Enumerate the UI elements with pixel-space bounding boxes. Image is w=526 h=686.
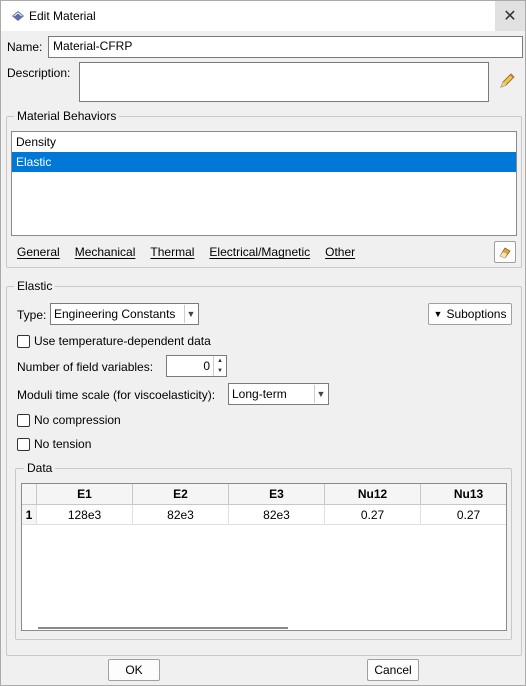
no-tension-checkbox[interactable]: No tension	[17, 437, 91, 451]
table-cell-nu13[interactable]: 0.27	[421, 505, 506, 525]
table-cell-e1[interactable]: 128e3	[37, 505, 133, 525]
column-header-nu12[interactable]: Nu12	[325, 484, 421, 505]
menu-mechanical[interactable]: Mechanical	[75, 245, 136, 263]
menu-general[interactable]: General	[17, 245, 60, 263]
temp-dependent-checkbox[interactable]: Use temperature-dependent data	[17, 334, 211, 348]
menu-other[interactable]: Other	[325, 245, 355, 263]
name-label: Name:	[7, 40, 43, 54]
field-vars-spinner[interactable]: 0 ▲ ▼	[166, 355, 227, 377]
name-input[interactable]: Material-CFRP	[48, 36, 523, 58]
behavior-edit-button[interactable]	[494, 241, 516, 263]
behaviors-list: Density Elastic	[11, 131, 517, 236]
column-header-e3[interactable]: E3	[229, 484, 325, 505]
horizontal-scrollbar[interactable]	[38, 627, 288, 629]
window-title: Edit Material	[29, 9, 96, 23]
moduli-label: Moduli time scale (for viscoelasticity):	[17, 388, 216, 402]
temp-dependent-label: Use temperature-dependent data	[34, 334, 211, 348]
eraser-icon	[499, 247, 511, 259]
table-cell-nu12[interactable]: 0.27	[325, 505, 421, 525]
close-icon: ✕	[503, 8, 517, 25]
row-index-cell: 1	[22, 505, 37, 525]
checkbox-box	[17, 334, 30, 348]
menu-electrical-magnetic[interactable]: Electrical/Magnetic	[209, 245, 310, 263]
column-header-e1[interactable]: E1	[37, 484, 133, 505]
cancel-button[interactable]: Cancel	[367, 659, 419, 681]
column-header-row-index	[22, 484, 37, 505]
field-vars-value: 0	[203, 359, 210, 373]
ok-button[interactable]: OK	[108, 659, 160, 681]
chevron-down-icon: ▼	[184, 305, 197, 323]
type-select[interactable]: Engineering Constants ▼	[50, 303, 199, 325]
description-label: Description:	[7, 66, 71, 80]
moduli-select[interactable]: Long-term ▼	[228, 383, 329, 405]
data-table: E1 E2 E3 Nu12 Nu13 1 128e3 82e3 82e3 0.2…	[21, 483, 507, 631]
material-behaviors-title: Material Behaviors	[14, 109, 120, 123]
chevron-down-icon: ▼	[314, 385, 327, 403]
dropdown-arrow-icon: ▼	[433, 309, 443, 319]
pencil-icon[interactable]	[497, 71, 517, 91]
table-row: 1 128e3 82e3 82e3 0.27 0.27	[22, 505, 506, 525]
elastic-title: Elastic	[14, 279, 56, 293]
type-label: Type:	[17, 308, 47, 322]
behavior-menubar: General Mechanical Thermal Electrical/Ma…	[17, 245, 370, 263]
suboptions-label: Suboptions	[446, 307, 507, 321]
data-title: Data	[24, 461, 56, 475]
behavior-item-density[interactable]: Density	[12, 132, 516, 152]
column-header-e2[interactable]: E2	[133, 484, 229, 505]
material-app-icon	[12, 11, 24, 21]
title-bar: Edit Material ✕	[1, 1, 525, 31]
menu-thermal[interactable]: Thermal	[150, 245, 194, 263]
behavior-item-elastic[interactable]: Elastic	[12, 152, 516, 172]
column-header-nu13[interactable]: Nu13	[421, 484, 506, 505]
spinner-arrows-icon[interactable]: ▲ ▼	[213, 356, 226, 376]
checkbox-box	[17, 437, 30, 451]
description-input[interactable]	[79, 62, 489, 102]
type-select-value: Engineering Constants	[54, 307, 176, 321]
no-compression-checkbox[interactable]: No compression	[17, 413, 121, 427]
table-cell-e2[interactable]: 82e3	[133, 505, 229, 525]
field-vars-label: Number of field variables:	[17, 360, 154, 374]
close-button[interactable]: ✕	[495, 1, 525, 31]
table-header: E1 E2 E3 Nu12 Nu13	[22, 484, 506, 505]
edit-material-window: Edit Material ✕ Name: Material-CFRP Desc…	[0, 0, 526, 686]
suboptions-button[interactable]: ▼ Suboptions	[428, 303, 512, 325]
no-compression-label: No compression	[34, 413, 121, 427]
table-cell-e3[interactable]: 82e3	[229, 505, 325, 525]
checkbox-box	[17, 413, 30, 427]
no-tension-label: No tension	[34, 437, 92, 451]
moduli-select-value: Long-term	[232, 387, 287, 401]
